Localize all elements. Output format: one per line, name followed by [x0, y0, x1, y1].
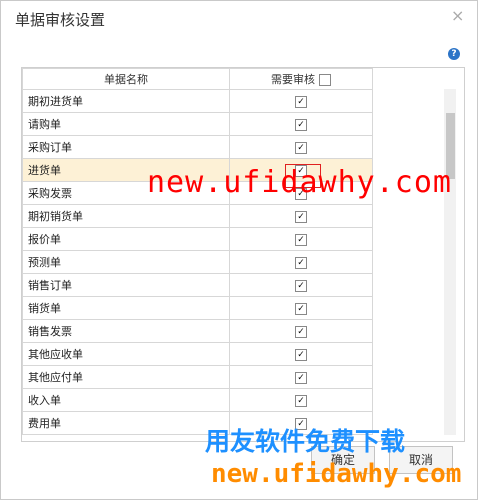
audit-cell: ✓	[229, 296, 373, 320]
document-name: 其他应收单	[22, 342, 230, 366]
table-row[interactable]: 报价单 ✓	[22, 227, 373, 251]
audit-cell: ✓	[229, 204, 373, 228]
document-name: 销货单	[22, 296, 230, 320]
audit-checkbox[interactable]: ✓	[295, 233, 307, 246]
document-name: 请购单	[22, 112, 230, 136]
column-header-name: 单据名称	[22, 68, 230, 90]
audit-checkbox[interactable]: ✓	[295, 394, 307, 407]
document-name: 期初进货单	[22, 89, 230, 113]
column-header-audit-label: 需要审核	[271, 73, 315, 86]
audit-checkbox[interactable]: ✓	[295, 279, 307, 292]
table-row[interactable]: 销售订单 ✓	[22, 273, 373, 297]
audit-cell: ✓	[229, 388, 373, 412]
table-row[interactable]: 采购订单 ✓	[22, 135, 373, 159]
audit-cell: ✓	[229, 342, 373, 366]
document-name: 销售订单	[22, 273, 230, 297]
audit-cell: ✓	[229, 135, 373, 159]
watermark-url: new.ufidawhy.com	[147, 165, 452, 200]
audit-cell: ✓	[229, 319, 373, 343]
audit-cell: ✓	[229, 89, 373, 113]
audit-checkbox[interactable]: ✓	[295, 95, 307, 108]
audit-checkbox[interactable]: ✓	[295, 210, 307, 223]
document-name: 收入单	[22, 388, 230, 412]
audit-table: 单据名称 需要审核 期初进货单 ✓ 请购单 ✓ 采购订单 ✓ 进货单 ✓ 采购发票 ✓ 期初销货单 ✓…	[22, 68, 373, 435]
table-row[interactable]: 其他应收单 ✓	[22, 342, 373, 366]
audit-cell: ✓	[229, 227, 373, 251]
audit-checkbox[interactable]: ✓	[295, 302, 307, 315]
document-name: 费用单	[22, 411, 230, 435]
table-row[interactable]: 预测单 ✓	[22, 250, 373, 274]
document-name: 预测单	[22, 250, 230, 274]
table-row[interactable]: 销货单 ✓	[22, 296, 373, 320]
table-row[interactable]: 其他应付单 ✓	[22, 365, 373, 389]
column-header-audit: 需要审核	[229, 68, 373, 90]
document-name: 采购订单	[22, 135, 230, 159]
table-row[interactable]: 请购单 ✓	[22, 112, 373, 136]
audit-checkbox[interactable]: ✓	[295, 325, 307, 338]
dialog-title: 单据审核设置	[15, 11, 106, 29]
document-name: 报价单	[22, 227, 230, 251]
table-body: 期初进货单 ✓ 请购单 ✓ 采购订单 ✓ 进货单 ✓ 采购发票 ✓ 期初销货单 ✓ 报价单 ✓ 预测单 ✓ 销售…	[22, 89, 373, 435]
document-name: 销售发票	[22, 319, 230, 343]
audit-checkbox[interactable]: ✓	[295, 348, 307, 361]
table-row[interactable]: 收入单 ✓	[22, 388, 373, 412]
help-icon[interactable]: ?	[448, 48, 460, 60]
audit-checkbox[interactable]: ✓	[295, 371, 307, 384]
close-icon[interactable]: ×	[451, 6, 464, 25]
audit-cell: ✓	[229, 250, 373, 274]
document-name: 期初销货单	[22, 204, 230, 228]
document-grid: 单据名称 需要审核 期初进货单 ✓ 请购单 ✓ 采购订单 ✓ 进货单 ✓ 采购发票 ✓ 期初销货单 ✓…	[21, 67, 465, 442]
audit-checkbox[interactable]: ✓	[295, 141, 307, 154]
audit-checkbox[interactable]: ✓	[295, 256, 307, 269]
audit-cell: ✓	[229, 273, 373, 297]
watermark-url-bottom: new.ufidawhy.com	[211, 459, 462, 489]
table-row[interactable]: 期初进货单 ✓	[22, 89, 373, 113]
audit-cell: ✓	[229, 365, 373, 389]
table-row[interactable]: 销售发票 ✓	[22, 319, 373, 343]
audit-cell: ✓	[229, 112, 373, 136]
audit-checkbox[interactable]: ✓	[295, 118, 307, 131]
dialog: 单据审核设置 × ? 单据名称 需要审核 期初进货单 ✓ 请购单 ✓ 采购订单 ✓ 进货单 ✓…	[0, 0, 478, 500]
select-all-checkbox[interactable]	[319, 74, 331, 86]
watermark-brand: 用友软件免费下载	[205, 427, 406, 456]
table-row[interactable]: 期初销货单 ✓	[22, 204, 373, 228]
document-name: 其他应付单	[22, 365, 230, 389]
table-header-row: 单据名称 需要审核	[22, 68, 373, 90]
